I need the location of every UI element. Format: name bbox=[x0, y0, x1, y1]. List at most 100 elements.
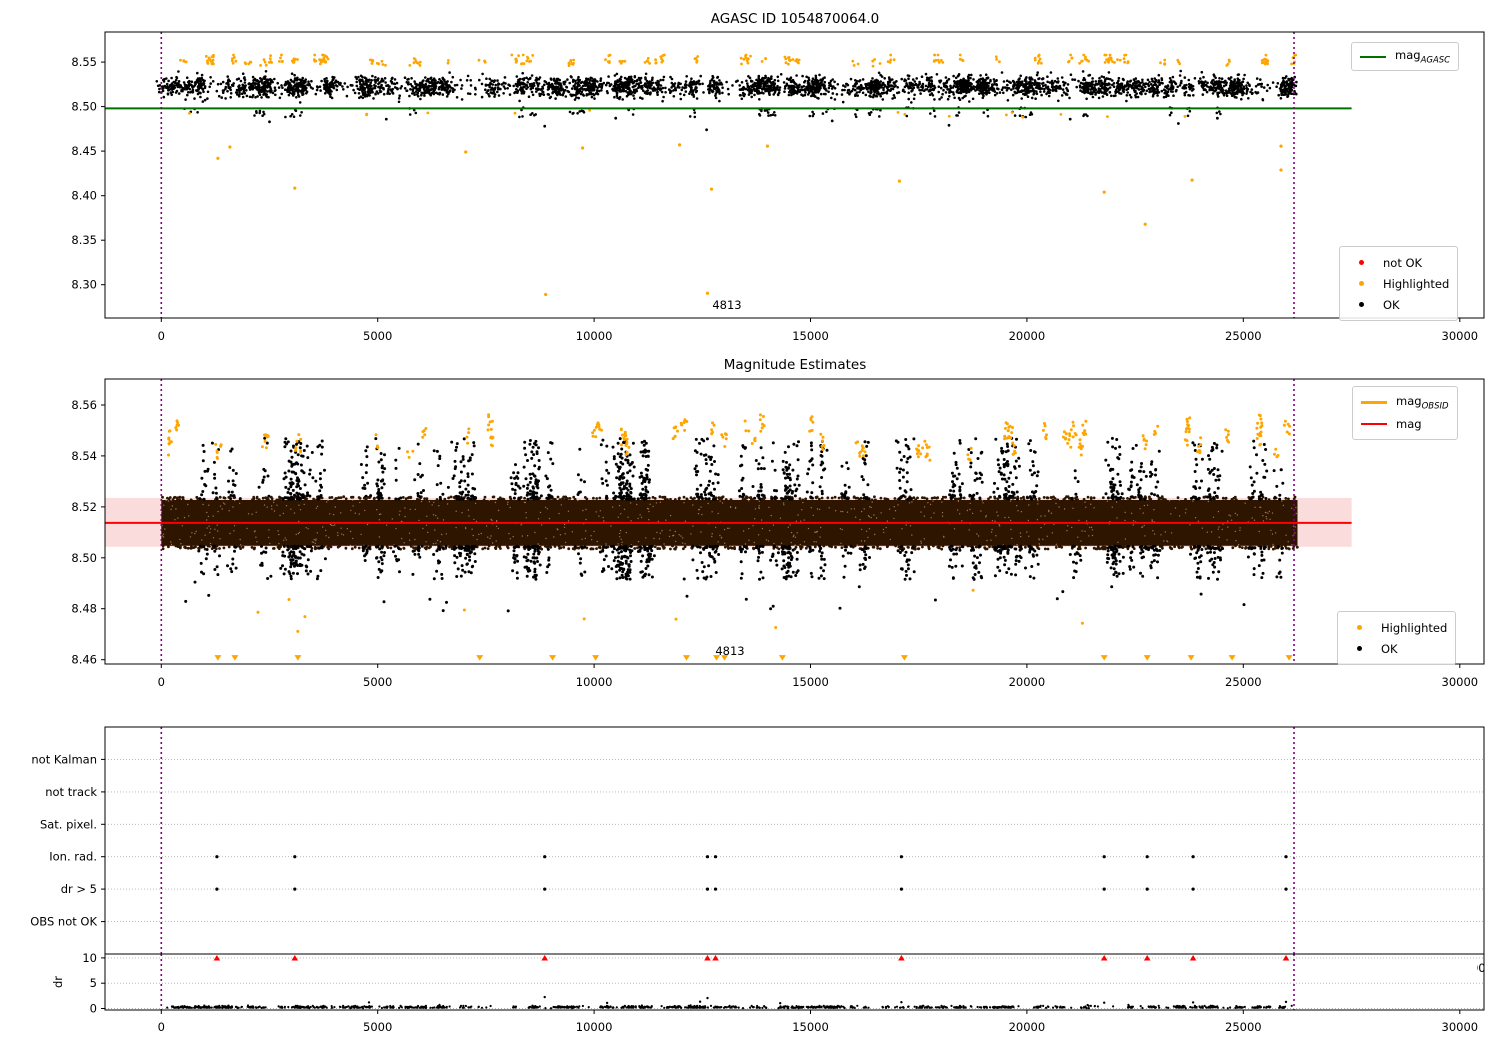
x-tick-label: 15000 bbox=[792, 675, 829, 689]
x-tick-label: 30000 bbox=[1442, 675, 1479, 689]
clipped-low-triangle bbox=[549, 655, 557, 661]
highlighted-label: Highlighted bbox=[1383, 276, 1450, 291]
panel1-title: AGASC ID 1054870064.0 bbox=[710, 11, 880, 27]
x-tick-label: 0 bbox=[158, 675, 165, 689]
x-tick-label: 5000 bbox=[363, 1020, 392, 1034]
y-tick-label: 5 bbox=[90, 976, 97, 990]
y-tick-label: 8.30 bbox=[71, 278, 97, 292]
clipped-low-triangle bbox=[1285, 655, 1293, 661]
dr-axis-label: dr bbox=[51, 975, 65, 989]
ok-dot-swatch bbox=[1346, 646, 1372, 651]
clipped-low-triangle bbox=[1100, 655, 1108, 661]
mag-label: mag bbox=[1396, 416, 1422, 431]
panel2-obsid-annotation: 4813 bbox=[715, 644, 745, 658]
x-tick-label: 25000 bbox=[1225, 675, 1262, 689]
plot-area bbox=[105, 413, 1352, 661]
legend-entry: magOBSID bbox=[1361, 392, 1449, 413]
y-tick-label: 8.50 bbox=[71, 551, 97, 565]
y-tick-label: 8.55 bbox=[71, 55, 97, 69]
highlighted-dot-swatch bbox=[1348, 281, 1374, 286]
clipped-low-triangle bbox=[778, 655, 786, 661]
mag-obsid-label: magOBSID bbox=[1396, 393, 1449, 412]
x-tick-label: 5000 bbox=[363, 329, 392, 343]
legend-entry: magAGASC bbox=[1360, 48, 1450, 65]
clipped-low-triangle bbox=[1143, 655, 1151, 661]
panel1-legend-mag-agasc: magAGASC bbox=[1351, 42, 1460, 71]
clipped-low-triangle bbox=[1228, 655, 1236, 661]
x-tick-label: 10000 bbox=[576, 1020, 613, 1034]
panel1-axes-frame bbox=[104, 31, 1485, 319]
x-tick-label: 20000 bbox=[1009, 1020, 1046, 1034]
panel1-legend-status: not OK Highlighted OK bbox=[1339, 246, 1459, 321]
legend-entry: Highlighted bbox=[1348, 273, 1449, 294]
clipped-low-triangle bbox=[592, 655, 600, 661]
panel3-upper-axes-frame bbox=[104, 726, 1485, 955]
category-label: OBS not OK bbox=[30, 915, 97, 929]
x-tick-label: 15000 bbox=[792, 1020, 829, 1034]
x-tick-label: 0 bbox=[158, 1020, 165, 1034]
category-label: not Kalman bbox=[31, 752, 97, 766]
panel1-obsid-annotation: 4813 bbox=[712, 298, 742, 312]
y-tick-label: 0 bbox=[90, 1002, 97, 1016]
category-label: Ion. rad. bbox=[49, 850, 97, 864]
category-label: dr > 5 bbox=[61, 882, 97, 896]
plot-canvas: 0 5000 10000 15000 20000 25000 300008.308.358.… bbox=[30, 31, 1485, 1034]
legend-entry: Highlighted bbox=[1346, 617, 1447, 638]
clipped-low-triangle bbox=[683, 655, 690, 661]
plot-area bbox=[105, 53, 1352, 297]
y-tick-label: 8.56 bbox=[71, 398, 97, 412]
clipped-low-triangle bbox=[294, 655, 302, 661]
highlighted-label: Highlighted bbox=[1381, 620, 1448, 635]
y-tick-label: 8.45 bbox=[71, 144, 97, 158]
category-label: not track bbox=[45, 785, 97, 799]
scatter-ok-points bbox=[155, 69, 1298, 119]
clipped-low-triangle bbox=[900, 655, 908, 661]
not-ok-dot-swatch bbox=[1348, 260, 1374, 265]
category-label: Sat. pixel. bbox=[40, 817, 97, 831]
x-tick-label: 15000 bbox=[792, 329, 829, 343]
x-tick-label: 10000 bbox=[576, 329, 613, 343]
legend-entry: OK bbox=[1346, 638, 1447, 659]
panel2-legend-status: Highlighted OK bbox=[1337, 611, 1457, 665]
mag-obsid-line-swatch bbox=[1361, 400, 1387, 405]
y-tick-label: 8.50 bbox=[71, 100, 97, 114]
clipped-low-triangle bbox=[231, 655, 239, 661]
panel2-legend-mag: magOBSID mag bbox=[1352, 386, 1458, 440]
legend-entry: mag bbox=[1361, 413, 1449, 434]
x-tick-label: 30000 bbox=[1442, 1020, 1479, 1034]
y-tick-label: 8.35 bbox=[71, 233, 97, 247]
figure: 0 5000 10000 15000 20000 25000 30000 8.30 8.35 8.… bbox=[0, 0, 1500, 1050]
mag-agasc-line-swatch bbox=[1360, 55, 1386, 58]
legend-entry: OK bbox=[1348, 294, 1449, 315]
mag-agasc-label: magAGASC bbox=[1395, 48, 1451, 66]
ok-label: OK bbox=[1383, 297, 1400, 312]
x-tick-label: 10000 bbox=[576, 675, 613, 689]
clipped-xtick-label: 30000 bbox=[1477, 961, 1484, 975]
scatter-highlighted-outliers bbox=[216, 143, 1283, 297]
x-tick-label: 20000 bbox=[1009, 329, 1046, 343]
mag-line-swatch bbox=[1361, 422, 1387, 425]
dr-axes-background bbox=[105, 954, 1484, 1010]
y-tick-label: 8.48 bbox=[71, 602, 97, 616]
x-tick-label: 25000 bbox=[1225, 1020, 1262, 1034]
clipped-low-triangle bbox=[1187, 655, 1195, 661]
clipped-low-triangle bbox=[476, 655, 484, 661]
panel2-title: Magnitude Estimates bbox=[723, 357, 867, 373]
x-tick-label: 5000 bbox=[363, 675, 392, 689]
y-tick-label: 10 bbox=[82, 951, 97, 965]
y-tick-label: 8.54 bbox=[71, 449, 97, 463]
x-tick-label: 20000 bbox=[1009, 675, 1046, 689]
not-ok-label: not OK bbox=[1383, 255, 1423, 270]
x-tick-label: 30000 bbox=[1442, 329, 1479, 343]
x-tick-label: 25000 bbox=[1225, 329, 1262, 343]
clipped-low-triangle bbox=[214, 655, 222, 661]
highlighted-dot-swatch bbox=[1346, 625, 1372, 630]
y-tick-label: 8.46 bbox=[71, 653, 97, 667]
ok-dot-swatch bbox=[1348, 302, 1374, 307]
ok-label: OK bbox=[1381, 641, 1398, 656]
scatter-ok-outliers bbox=[268, 116, 1219, 132]
x-tick-label: 0 bbox=[158, 329, 165, 343]
y-tick-label: 8.52 bbox=[71, 500, 97, 514]
y-tick-label: 8.40 bbox=[71, 189, 97, 203]
legend-entry: not OK bbox=[1348, 252, 1449, 273]
